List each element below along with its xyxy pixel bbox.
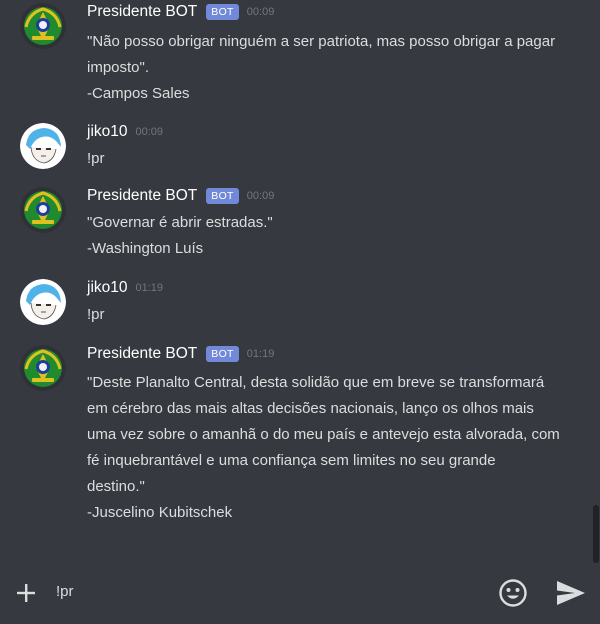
message-line: !pr xyxy=(87,150,105,167)
anime-user-icon xyxy=(20,123,66,169)
author-name[interactable]: Presidente BOT xyxy=(87,345,197,363)
message-line: "Governar é abrir estradas." xyxy=(87,214,273,231)
message-line: fé inquebrantável e uma confiança sem li… xyxy=(87,452,496,469)
message-line: "Não posso obrigar ninguém a ser patriot… xyxy=(87,33,556,50)
timestamp: 00:09 xyxy=(135,126,164,138)
bot-badge: BOT xyxy=(206,188,239,204)
brazil-coat-of-arms-icon xyxy=(20,345,66,391)
timestamp: 00:09 xyxy=(246,190,275,202)
message-content: !pr xyxy=(87,146,587,172)
author-name[interactable]: jiko10 xyxy=(87,123,128,141)
message-line: destino." xyxy=(87,478,145,495)
message-line: "Deste Planalto Central, desta solidão q… xyxy=(87,374,545,391)
bot-badge: BOT xyxy=(206,4,239,20)
message-input[interactable]: !pr xyxy=(56,583,74,600)
avatar[interactable] xyxy=(20,123,66,169)
message-list[interactable]: Presidente BOT BOT 00:09 "Não posso obri… xyxy=(0,0,600,563)
avatar[interactable] xyxy=(20,279,66,325)
message-line: -Juscelino Kubitschek xyxy=(87,504,233,521)
timestamp: 01:19 xyxy=(135,282,164,294)
plus-icon[interactable] xyxy=(14,581,38,605)
message-content: "Não posso obrigar ninguém a ser patriot… xyxy=(87,29,587,107)
message-composer: !pr xyxy=(0,564,600,624)
timestamp: 01:19 xyxy=(246,348,275,360)
author-name[interactable]: Presidente BOT xyxy=(87,3,197,21)
bot-badge: BOT xyxy=(206,346,239,362)
message-content: "Deste Planalto Central, desta solidão q… xyxy=(87,370,587,526)
message-line: imposto". xyxy=(87,59,150,76)
avatar[interactable] xyxy=(20,345,66,391)
message-line: -Campos Sales xyxy=(87,85,190,102)
brazil-coat-of-arms-icon xyxy=(20,187,66,233)
brazil-coat-of-arms-icon xyxy=(20,3,66,49)
anime-user-icon xyxy=(20,279,66,325)
emoji-icon[interactable] xyxy=(498,578,528,608)
send-icon[interactable] xyxy=(555,578,587,608)
timestamp: 00:09 xyxy=(246,6,275,18)
message-line: uma vez sobre o amanhã o do meu país e a… xyxy=(87,426,560,443)
message-content: "Governar é abrir estradas." -Washington… xyxy=(87,210,587,262)
avatar[interactable] xyxy=(20,187,66,233)
message-line: !pr xyxy=(87,306,105,323)
message-content: !pr xyxy=(87,302,587,328)
message-line: -Washington Luís xyxy=(87,240,204,257)
message-line: em cérebro das mais altas decisões nacio… xyxy=(87,400,534,417)
author-name[interactable]: jiko10 xyxy=(87,279,128,297)
scrollbar[interactable] xyxy=(593,505,599,563)
author-name[interactable]: Presidente BOT xyxy=(87,187,197,205)
avatar[interactable] xyxy=(20,3,66,49)
